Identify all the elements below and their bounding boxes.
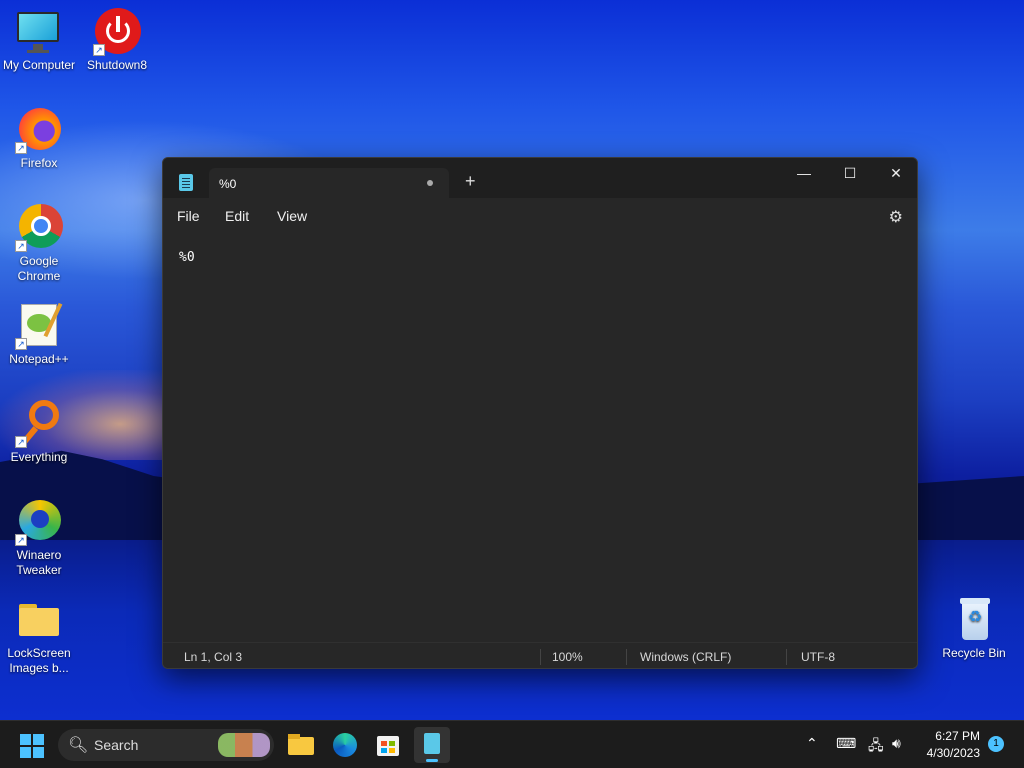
desktop-icon-recycle-bin[interactable]: ♻ Recycle Bin [936, 596, 1012, 661]
desktop-icon-label: Winaero Tweaker [16, 548, 62, 577]
desktop-icon-label: Google Chrome [17, 254, 61, 283]
status-encoding: UTF-8 [801, 650, 835, 664]
search-label: Search [94, 737, 139, 753]
status-line-endings: Windows (CRLF) [640, 650, 732, 664]
notepad-icon [179, 174, 193, 191]
shortcut-arrow-icon: ↗ [15, 240, 27, 252]
chrome-icon: ↗ [15, 204, 63, 252]
firefox-icon: ↗ [15, 106, 63, 154]
notepadpp-icon: ↗ [15, 302, 63, 350]
status-divider [626, 649, 627, 665]
windows-logo-pane [33, 734, 44, 745]
desktop-icon-google-chrome[interactable]: ↗ Google Chrome [1, 204, 77, 284]
winaero-icon: ↗ [15, 498, 63, 546]
desktop-icon-label: My Computer [2, 58, 76, 72]
desktop-icon-winaero-tweaker[interactable]: ↗ Winaero Tweaker [1, 498, 77, 578]
chevron-up-icon[interactable]: ⌃ [806, 735, 818, 752]
notepad-taskbar-button[interactable] [414, 727, 450, 763]
start-button[interactable] [20, 734, 44, 758]
status-bar: Ln 1, Col 3 100% Windows (CRLF) UTF-8 [163, 642, 917, 668]
status-divider [786, 649, 787, 665]
folder-icon [15, 596, 63, 644]
windows-logo-icon [20, 734, 31, 745]
desktop-icon-label: Firefox [20, 156, 58, 170]
search-highlight-image [218, 733, 270, 757]
maximize-button[interactable]: ☐ [827, 158, 873, 190]
magnifier-icon: ↗ [15, 400, 63, 448]
taskbar: 🔍︎ Search ⌃ ⌨ 🖧︎ 🔊︎ 6:27 PM 4/30/2023 [0, 720, 1024, 768]
shortcut-arrow-icon: ↗ [15, 534, 27, 546]
menu-bar: File Edit View ⚙ [163, 198, 917, 234]
search-icon: 🔍︎ [68, 737, 89, 754]
desktop-icon-label: Shutdown8 [86, 58, 148, 72]
file-explorer-icon[interactable] [283, 727, 319, 763]
clock-time[interactable]: 6:27 PM [918, 729, 980, 743]
windows-logo-pane [20, 747, 31, 758]
tab-document[interactable]: %0 [209, 168, 449, 198]
desktop-icon-notepadpp[interactable]: ↗ Notepad++ [1, 302, 77, 367]
search-box[interactable]: 🔍︎ Search [58, 729, 274, 761]
keyboard-icon[interactable]: ⌨ [836, 735, 856, 752]
minimize-button[interactable]: — [781, 158, 827, 190]
windows-logo-pane [33, 747, 44, 758]
menu-view[interactable]: View [277, 208, 307, 224]
text-editor[interactable]: %0 [163, 234, 917, 638]
menu-file[interactable]: File [177, 208, 200, 224]
active-indicator [426, 759, 438, 762]
tab-title: %0 [219, 177, 237, 191]
desktop-icon-label: Notepad++ [9, 352, 69, 366]
store-icon[interactable] [370, 727, 406, 763]
status-cursor-position: Ln 1, Col 3 [184, 650, 243, 664]
notepad-icon [424, 733, 440, 754]
shortcut-arrow-icon: ↗ [15, 142, 27, 154]
close-button[interactable]: ✕ [873, 158, 917, 190]
new-tab-button[interactable]: + [465, 172, 476, 190]
unsaved-dot-icon[interactable] [427, 180, 433, 186]
notification-badge[interactable]: 1 [988, 736, 1004, 752]
desktop-icon-lockscreen-folder[interactable]: LockScreen Images b... [1, 596, 77, 676]
desktop-icon-firefox[interactable]: ↗ Firefox [1, 106, 77, 171]
power-icon: ↗ [93, 8, 141, 56]
notepad-window[interactable]: %0 + — ☐ ✕ File Edit View ⚙ %0 Ln 1, Col… [162, 157, 918, 669]
edge-icon[interactable] [327, 727, 363, 763]
desktop-icon-my-computer[interactable]: My Computer [1, 8, 77, 73]
desktop-icon-shutdown8[interactable]: ↗ Shutdown8 [79, 8, 155, 73]
status-divider [540, 649, 541, 665]
monitor-icon [15, 8, 63, 56]
desktop-icon-everything[interactable]: ↗ Everything [1, 400, 77, 465]
title-bar[interactable]: %0 + — ☐ ✕ [163, 158, 917, 198]
menu-edit[interactable]: Edit [225, 208, 249, 224]
shortcut-arrow-icon: ↗ [93, 44, 105, 56]
shortcut-arrow-icon: ↗ [15, 338, 27, 350]
desktop-icon-label: LockScreen Images b... [7, 646, 71, 675]
desktop-icon-label: Recycle Bin [942, 646, 1006, 660]
network-icon[interactable]: 🖧︎ [868, 735, 884, 759]
gear-icon[interactable]: ⚙ [889, 207, 903, 227]
clock-date[interactable]: 4/30/2023 [918, 746, 980, 760]
status-zoom: 100% [552, 650, 583, 664]
desktop-icon-label: Everything [10, 450, 68, 464]
editor-content[interactable]: %0 [179, 250, 195, 265]
shortcut-arrow-icon: ↗ [15, 436, 27, 448]
volume-icon[interactable]: 🔊︎ [892, 735, 901, 752]
recycle-bin-icon: ♻ [950, 596, 998, 644]
